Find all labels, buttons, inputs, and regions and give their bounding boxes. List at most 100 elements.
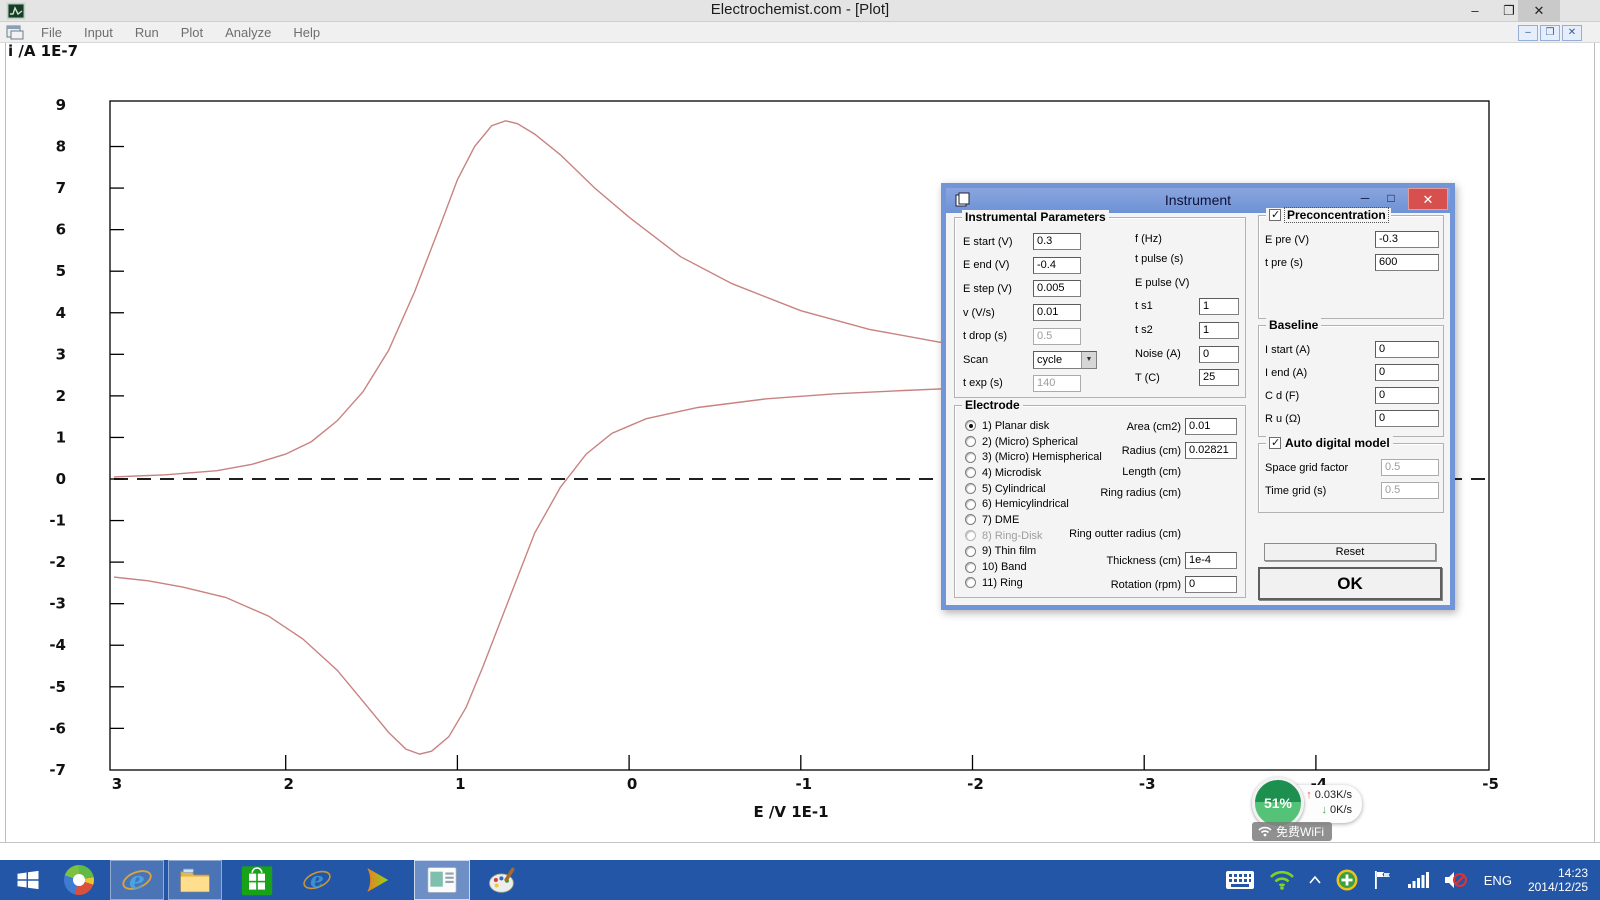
action-center-flag-icon[interactable] [1373,869,1393,891]
preconcentration-input[interactable]: -0.3 [1375,231,1439,248]
instrumental-input[interactable]: 0.005 [1033,280,1081,297]
minimize-button[interactable]: – [1460,0,1490,22]
electrode-option[interactable]: 10) Band [965,559,1102,575]
radio-icon [965,530,976,541]
close-button[interactable]: ✕ [1518,0,1560,22]
instrumental-input[interactable]: 0 [1199,346,1239,363]
group-title: Baseline [1269,318,1318,332]
reset-button[interactable]: Reset [1264,543,1436,561]
network-signal-icon[interactable] [1407,871,1429,889]
instrumental-scan-select[interactable]: cycle▼ [1033,351,1097,369]
menu-item-input[interactable]: Input [73,22,124,43]
electrode-option[interactable]: 1) Planar disk [965,418,1102,434]
electrode-input[interactable]: 0.02821 [1185,442,1237,459]
radio-icon[interactable] [965,452,976,463]
electrode-option[interactable]: 7) DME [965,512,1102,528]
electrode-input[interactable]: 1e-4 [1185,552,1237,569]
x-tick-label: -3 [1139,775,1156,793]
volume-muted-icon[interactable] [1443,870,1467,890]
menu-item-file[interactable]: File [30,22,73,43]
radio-icon[interactable] [965,499,976,510]
x-axis-title: E /V 1E-1 [753,803,828,821]
x-tick-label: 2 [283,775,293,793]
auto-digital-input[interactable]: 0.5 [1381,482,1439,499]
taskbar-windows-store[interactable] [232,860,282,900]
electrode-option[interactable]: 2) (Micro) Spherical [965,434,1102,450]
electrode-input[interactable]: 0 [1185,576,1237,593]
instrumental-input[interactable]: 1 [1199,322,1239,339]
windows-logo-icon [14,866,42,894]
preconcentration-input[interactable]: 600 [1375,254,1439,271]
menu-item-analyze[interactable]: Analyze [214,22,282,43]
y-tick-label: 1 [56,428,66,446]
title-bar: Electrochemist.com - [Plot] – ❐ ✕ [0,0,1600,22]
group-title: Instrumental Parameters [965,210,1106,224]
electrode-label: Ring outter radius (cm) [1069,528,1181,540]
radio-icon[interactable] [965,436,976,447]
instrumental-input[interactable]: 1 [1199,298,1239,315]
input-language-indicator[interactable]: ENG [1484,873,1512,888]
electrode-option[interactable]: 9) Thin film [965,544,1102,560]
menu-item-plot[interactable]: Plot [170,22,214,43]
baseline-fields: I start (A)0I end (A)0C d (F)0R u (Ω)0 [1265,338,1439,430]
radio-icon[interactable] [965,483,976,494]
instrumental-label: t drop (s) [963,330,1033,342]
preconcentration-checkbox[interactable] [1269,209,1281,221]
dialog-maximize-button[interactable]: □ [1378,190,1404,208]
mdi-minimize-button[interactable]: – [1518,25,1538,41]
mdi-close-button[interactable]: ✕ [1562,25,1582,41]
radio-icon[interactable] [965,546,976,557]
radio-icon[interactable] [965,562,976,573]
instrumental-input[interactable]: -0.4 [1033,257,1081,274]
wifi-status-icon[interactable] [1269,870,1295,890]
touch-keyboard-icon[interactable] [1225,870,1255,890]
taskbar-paint[interactable] [478,860,528,900]
baseline-input[interactable]: 0 [1375,387,1439,404]
radio-icon[interactable] [965,577,976,588]
electrode-option[interactable]: 5) Cylindrical [965,481,1102,497]
instrumental-input[interactable]: 0.01 [1033,304,1081,321]
taskbar-internet-explorer[interactable]: e [110,860,164,900]
electrode-option[interactable]: 11) Ring [965,575,1102,591]
dialog-minimize-button[interactable]: ─ [1352,190,1378,208]
auto-digital-input[interactable]: 0.5 [1381,459,1439,476]
baseline-input[interactable]: 0 [1375,364,1439,381]
tray-clock[interactable]: 14:23 2014/12/25 [1528,866,1588,894]
taskbar-file-explorer[interactable] [168,860,222,900]
taskbar-media-player[interactable] [352,860,402,900]
menu-item-help[interactable]: Help [282,22,331,43]
antivirus-tray-icon[interactable] [1335,868,1359,892]
instrumental-input[interactable]: 140 [1033,375,1081,392]
free-wifi-tooltip: 免费WiFi [1252,822,1332,841]
plot-window-icon[interactable] [6,25,24,40]
mdi-restore-button[interactable]: ❐ [1540,25,1560,41]
wifi-icon [1258,826,1272,837]
instrumental-label: Noise (A) [1135,348,1199,360]
start-button[interactable] [6,860,50,900]
instrumental-input[interactable]: 0.3 [1033,233,1081,250]
taskbar-internet-explorer-desktop[interactable]: e [292,860,342,900]
electrode-option[interactable]: 6) Hemicylindrical [965,496,1102,512]
baseline-input[interactable]: 0 [1375,410,1439,427]
y-tick-label: 2 [56,387,66,405]
dialog-close-button[interactable]: ✕ [1408,188,1448,210]
radio-icon[interactable] [965,467,976,478]
taskbar-electrochemist-app[interactable] [414,860,470,900]
dropdown-arrow-icon[interactable]: ▼ [1081,352,1096,368]
menu-item-run[interactable]: Run [124,22,170,43]
instrumental-input[interactable]: 0.5 [1033,328,1081,345]
radio-icon[interactable] [965,514,976,525]
baseline-input[interactable]: 0 [1375,341,1439,358]
electrode-option[interactable]: 3) (Micro) Hemispherical [965,449,1102,465]
y-tick-label: -6 [49,719,66,737]
show-hidden-icons-button[interactable] [1309,876,1321,884]
auto-digital-model-checkbox[interactable] [1269,437,1281,449]
x-tick-label: -1 [795,775,812,793]
instrumental-input[interactable]: 25 [1199,369,1239,386]
radio-icon[interactable] [965,420,976,431]
ok-button[interactable]: OK [1258,567,1442,600]
electrode-input[interactable]: 0.01 [1185,418,1237,435]
selected-option: cycle [1034,352,1081,368]
electrode-option[interactable]: 4) Microdisk [965,465,1102,481]
taskbar-360-browser[interactable] [56,860,102,900]
